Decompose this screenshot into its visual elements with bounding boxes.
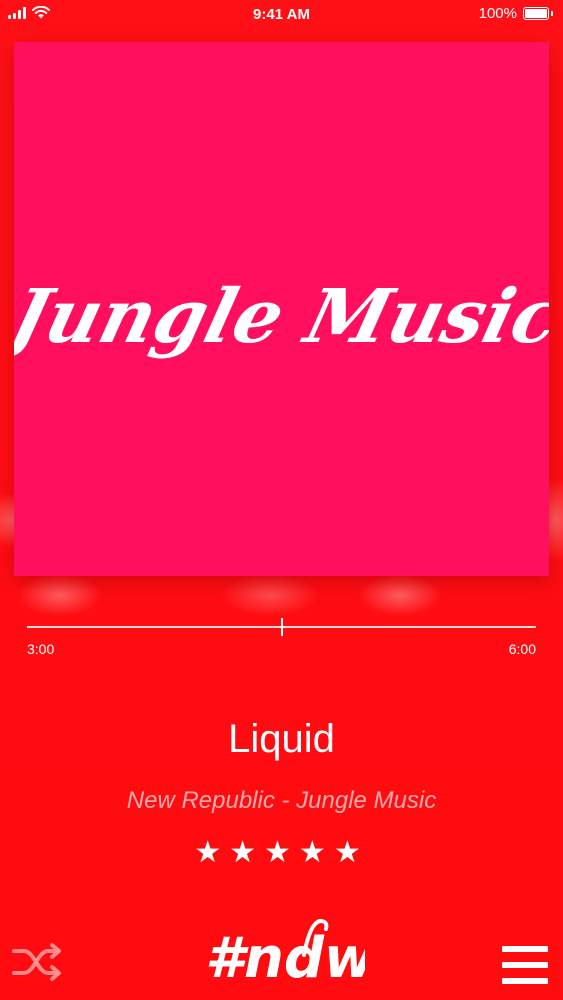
song-subtitle: New Republic - Jungle Music	[126, 787, 437, 814]
song-title: Liquid	[228, 717, 335, 761]
shuffle-icon	[12, 943, 61, 981]
battery-percent: 100%	[478, 5, 517, 22]
album-art-title: Jungle Music	[14, 272, 549, 360]
elapsed-time: 3:00	[27, 641, 55, 657]
hamburger-menu-icon	[502, 946, 548, 984]
progress-track[interactable]	[27, 618, 536, 636]
ndw-logo-mark: #ndw	[205, 918, 376, 991]
total-time: 6:00	[508, 641, 536, 657]
battery-tip	[551, 11, 553, 16]
ndw-logo[interactable]: #ndw	[200, 915, 376, 1000]
menu-button[interactable]	[500, 944, 550, 993]
progress-knob[interactable]	[280, 618, 283, 636]
star-rating[interactable]: ★★★★★	[0, 835, 563, 870]
album-art-lettering: Jungle Music	[14, 272, 549, 360]
status-bar: 9:41 AM 100%	[0, 0, 563, 30]
shuffle-button[interactable]	[12, 942, 64, 987]
album-art[interactable]: Jungle Music	[14, 42, 549, 576]
logo-text: #ndw	[205, 926, 365, 991]
battery-indicator: 100%	[479, 5, 553, 22]
battery-icon	[523, 7, 549, 20]
